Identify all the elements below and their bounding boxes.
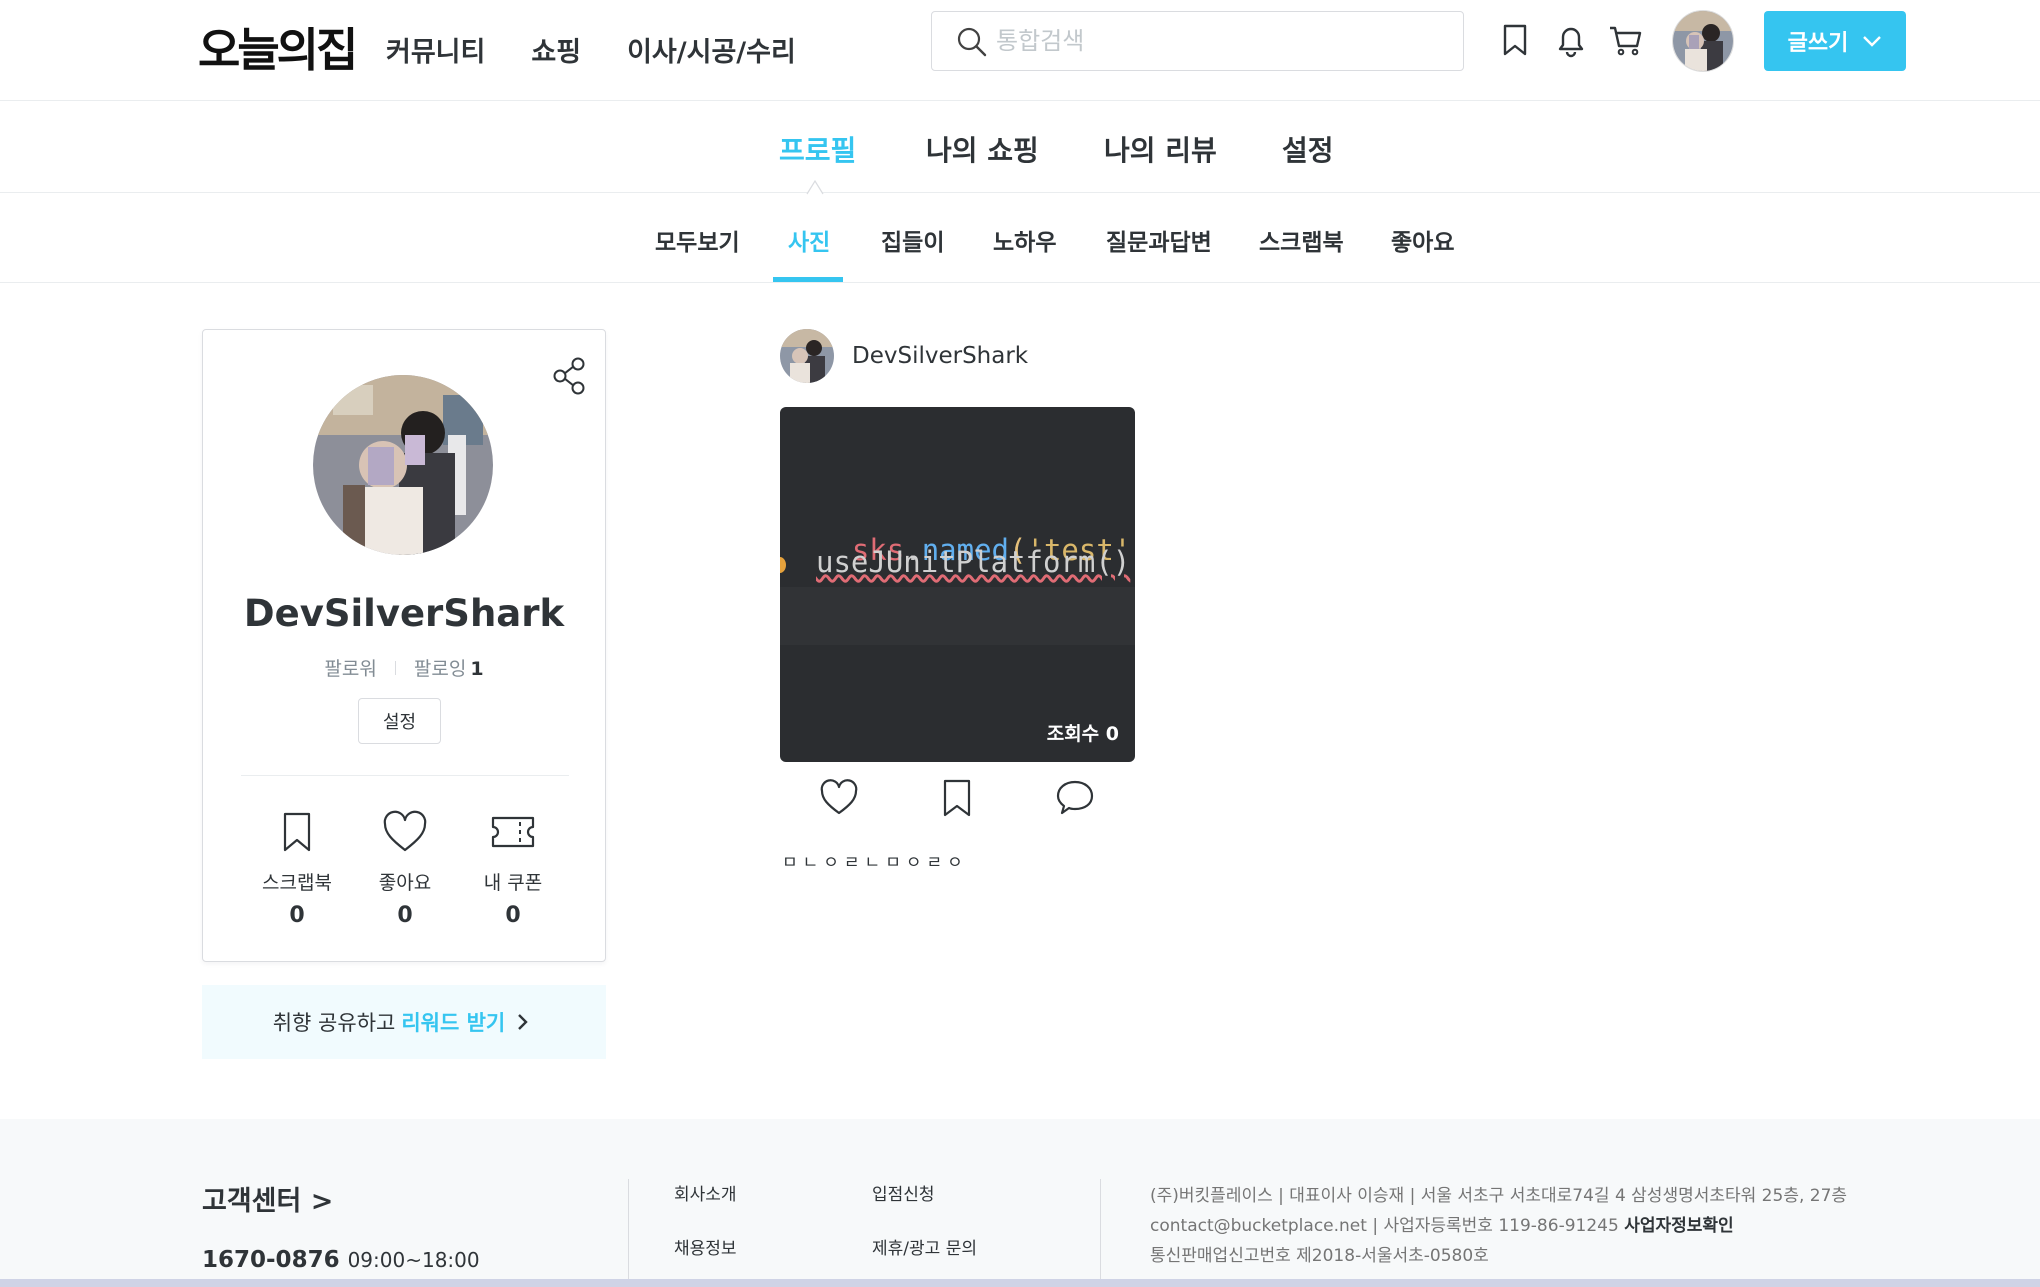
view-count: 조회수 0 [1046,723,1119,745]
company-contact: contact@bucketplace.net | 사업자등록번호 119-86… [1150,1216,1619,1236]
nav-shopping[interactable]: 쇼핑 [531,30,581,69]
bookmark-icon [283,812,311,852]
write-button-label: 글쓰기 [1787,31,1849,56]
like-heart-icon[interactable] [819,778,859,818]
tab-my-review[interactable]: 나의 리뷰 [1104,129,1217,169]
nav-community[interactable]: 커뮤니티 [386,30,485,69]
code-highlight-band [780,587,1135,645]
card-divider [241,775,569,776]
service-hours: 09:00~18:00 [347,1248,480,1272]
stat-scrapbook[interactable]: 스크랩북 0 [247,810,347,928]
code-token: ) { [1131,533,1135,567]
profile-settings-button[interactable]: 설정 [358,698,441,744]
stat-likes[interactable]: 좋아요 0 [355,810,455,928]
follow-row: 팔로워 팔로잉 1 [203,654,605,681]
follower-link[interactable]: 팔로워 [324,654,376,681]
tab-likes[interactable]: 좋아요 [1391,223,1454,257]
reward-banner[interactable]: 취향 공유하고 리워드 받기 [202,985,606,1059]
content-tabs: 모두보기 사진 집들이 노하우 질문과답변 스크랩북 좋아요 [0,193,2040,283]
phone-number: 1670-0876 [202,1247,340,1273]
post-caption: ㅁㄴㅇㄹㄴㅁㅇㄹㅇ [782,853,968,873]
customer-center-phone: 1670-0876 09:00~18:00 [202,1247,480,1273]
chevron-down-icon [1863,36,1882,47]
bell-icon[interactable] [1552,21,1590,59]
heart-icon [383,810,427,852]
following-count: 1 [470,658,484,680]
header-avatar[interactable] [1672,10,1734,72]
footer-divider [1100,1179,1101,1287]
follow-separator [394,660,396,675]
post-image[interactable]: sks.named('test') { useJUnitPlatform() 조… [780,407,1135,762]
tab-qna[interactable]: 질문과답변 [1106,223,1212,257]
scrap-bookmark-icon[interactable] [937,778,977,818]
tab-housewarming[interactable]: 집들이 [881,223,944,257]
business-info-link[interactable]: 사업자정보확인 [1624,1216,1733,1236]
tab-scrapbook[interactable]: 스크랩북 [1259,223,1344,257]
company-info-line: 통신판매업신고번호 제2018-서울서초-0580호 [1150,1246,1489,1266]
profile-avatar[interactable] [313,375,493,555]
tab-all[interactable]: 모두보기 [655,223,740,257]
profile-card: DevSilverShark 팔로워 팔로잉 1 설정 스크랩북 0 좋아요 0 … [202,329,606,962]
footer-link-seller-apply[interactable]: 입점신청 [872,1180,935,1205]
tab-profile[interactable]: 프로필 [779,129,856,169]
following-label: 팔로잉 [413,658,467,680]
active-tab-underline [773,277,843,282]
post-header: DevSilverShark [780,329,1028,383]
footer: 고객센터 > 1670-0876 09:00~18:00 회사소개 입점신청 채용… [0,1119,2040,1287]
nav-moving-repair[interactable]: 이사/시공/수리 [627,30,796,69]
main-nav: 커뮤니티 쇼핑 이사/시공/수리 [386,30,796,69]
footer-divider [628,1179,629,1287]
profile-tabs: 프로필 나의 쇼핑 나의 리뷰 설정 [0,101,2040,195]
chevron-right-icon [518,1014,528,1030]
write-button[interactable]: 글쓰기 [1764,11,1906,71]
tab-settings[interactable]: 설정 [1282,129,1334,169]
bookmark-icon[interactable] [1496,21,1534,59]
footer-link-about[interactable]: 회사소개 [674,1180,737,1205]
tab-knowhow[interactable]: 노하우 [993,223,1056,257]
top-header: 오늘의집 커뮤니티 쇼핑 이사/시공/수리 글쓰기 [0,0,2040,101]
reward-highlight: 리워드 받기 [401,1011,506,1035]
comment-bubble-icon[interactable] [1055,778,1095,818]
tab-photos[interactable]: 사진 [788,223,830,257]
code-line-2: useJUnitPlatform() [816,545,1131,579]
company-info-line: contact@bucketplace.net | 사업자등록번호 119-86… [1150,1211,1734,1236]
stat-coupons[interactable]: 내 쿠폰 0 [463,810,563,928]
tab-my-shopping[interactable]: 나의 쇼핑 [926,129,1039,169]
logo[interactable]: 오늘의집 [198,14,358,80]
customer-center-link[interactable]: 고객센터 > [202,1179,333,1218]
window-bottom-edge [0,1279,2040,1287]
stat-count: 0 [397,903,413,928]
following-link[interactable]: 팔로잉 1 [414,654,484,681]
stat-label: 스크랩북 [262,872,332,894]
search-input[interactable] [996,24,1436,58]
footer-link-partnership[interactable]: 제휴/광고 문의 [872,1234,977,1259]
coupon-icon [491,816,535,848]
footer-link-careers[interactable]: 채용정보 [674,1234,737,1259]
search-box[interactable] [931,11,1464,71]
share-icon[interactable] [551,356,587,396]
stat-label: 좋아요 [378,872,432,894]
stat-count: 0 [289,903,305,928]
cart-icon[interactable] [1607,21,1645,59]
post-author-avatar[interactable] [780,329,834,383]
profile-username: DevSilverShark [243,592,565,635]
search-icon [957,27,987,57]
stat-count: 0 [505,903,521,928]
post-author-name[interactable]: DevSilverShark [852,343,1028,369]
stat-label: 내 쿠폰 [483,872,543,894]
company-info-line: (주)버킷플레이스 | 대표이사 이승재 | 서울 서초구 서초대로74길 4 … [1150,1186,1848,1206]
reward-text: 취향 공유하고 [272,1011,396,1035]
